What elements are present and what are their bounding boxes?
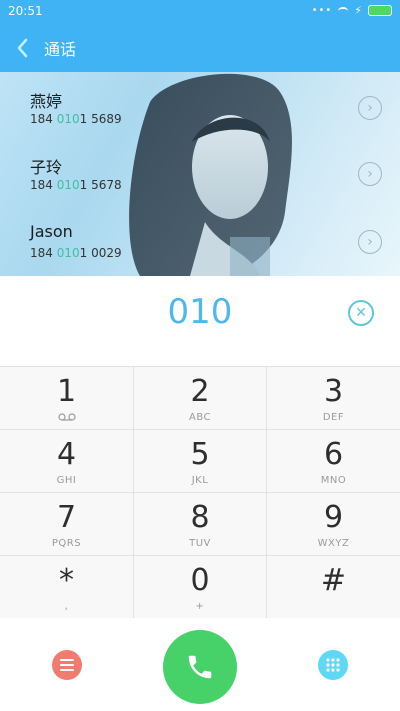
number-prefix: 184 [30,178,57,192]
number-suffix: 1 5678 [79,178,122,192]
dialpad: 1 2 ABC 3 DEF 4 GHI 5 JKL 6 MNO 7 PQRS 8… [0,366,400,619]
clear-icon[interactable]: ✕ [348,300,374,326]
key-digit: 7 [56,500,77,535]
key-hash[interactable]: # [267,556,400,619]
key-letters: JKL [191,475,209,486]
key-3[interactable]: 3 DEF [267,367,400,430]
key-letters: PQRS [51,538,82,549]
number-match: 010 [56,246,80,260]
number-suffix: 1 5689 [79,112,122,126]
page-title: 通话 [44,40,77,59]
chevron-right-icon[interactable]: › [358,230,382,254]
contact-number: 184 0101 5678 [30,178,122,192]
key-letters: ABC [188,412,211,423]
key-2[interactable]: 2 ABC [134,367,267,430]
call-button[interactable] [163,630,237,704]
number-match: 010 [56,178,80,192]
contact-item[interactable]: 燕婷 184 0101 5689 › [0,72,400,144]
key-letters: GHI [56,475,77,486]
key-digit: 0 [190,563,210,598]
contact-number: 184 0101 5689 [30,112,122,126]
keypad-row: 1 2 ABC 3 DEF [0,367,400,430]
dial-input-area: 010 ✕ [0,276,400,366]
key-digit: 8 [190,500,210,535]
key-letters: DEF [322,412,345,423]
key-7[interactable]: 7 PQRS [0,493,134,556]
contact-suggestions: 燕婷 184 0101 5689 › 子玲 184 0101 5678 › Ja… [0,72,400,276]
chevron-right-icon[interactable]: › [358,162,382,186]
battery-icon [368,5,392,16]
menu-button[interactable] [52,650,82,680]
key-digit: # [320,563,347,598]
key-star[interactable]: * , [0,556,134,619]
key-digit: 5 [190,437,210,472]
contact-item[interactable]: 子玲 184 0101 5678 › [0,138,400,210]
key-5[interactable]: 5 JKL [134,430,267,493]
keypad-row: 7 PQRS 8 TUV 9 WXYZ [0,493,400,556]
key-letters: MNO [320,475,347,486]
number-prefix: 184 [30,246,57,260]
number-match: 010 [56,112,80,126]
signal-dots-icon: ••• [311,5,333,16]
key-letters: TUV [189,538,211,549]
keypad-row: * , 0 + # [0,556,400,619]
status-bar: 20:51 ••• ⚡ [0,0,400,24]
key-digit: 6 [323,437,344,472]
key-letters: + [195,601,205,612]
key-6[interactable]: 6 MNO [267,430,400,493]
key-1[interactable]: 1 [0,367,134,430]
key-letters: , [64,601,69,612]
key-digit: 2 [190,374,210,409]
dialpad-grid-icon [326,658,340,672]
key-digit: 4 [56,437,77,472]
status-icons: ••• ⚡ [312,4,392,17]
key-9[interactable]: 9 WXYZ [267,493,400,556]
bottom-controls [0,618,400,711]
phone-icon [188,655,212,679]
number-suffix: 1 0029 [79,246,122,260]
app-header: 通话 [0,24,400,72]
wifi-icon [338,6,349,15]
key-digit: * [59,563,74,598]
contact-item[interactable]: Jason 184 0101 0029 › [0,206,400,276]
keypad-row: 4 GHI 5 JKL 6 MNO [0,430,400,493]
menu-icon [60,659,74,671]
contact-name: 子玲 [30,158,63,177]
key-letters: WXYZ [317,538,350,549]
chevron-left-icon[interactable] [12,34,36,62]
number-prefix: 184 [30,112,57,126]
contact-number: 184 0101 0029 [30,246,122,260]
key-4[interactable]: 4 GHI [0,430,134,493]
chevron-right-icon[interactable]: › [358,96,382,120]
contact-name: Jason [30,222,73,241]
key-digit: 3 [323,374,344,409]
charging-icon: ⚡ [354,4,362,17]
key-digit: 1 [56,374,77,409]
dialpad-toggle-button[interactable] [318,650,348,680]
key-digit: 9 [323,500,344,535]
key-0[interactable]: 0 + [134,556,267,619]
voicemail-icon [0,412,133,425]
key-8[interactable]: 8 TUV [134,493,267,556]
dialed-number[interactable]: 010 [0,292,400,332]
status-time: 20:51 [8,4,43,18]
contact-name: 燕婷 [30,92,63,111]
